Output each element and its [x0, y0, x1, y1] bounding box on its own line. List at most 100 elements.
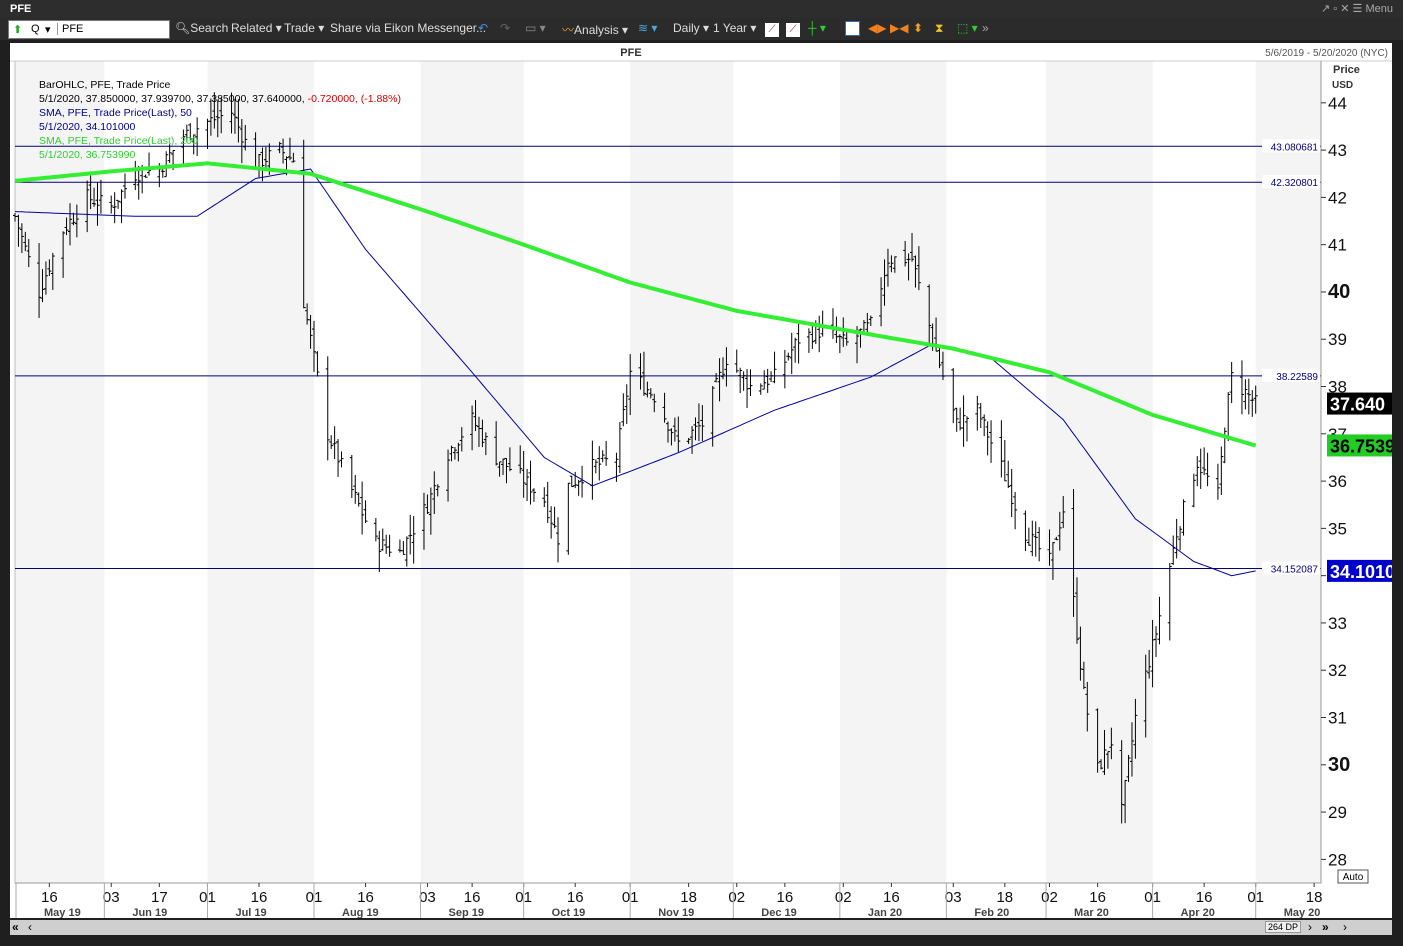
- x-tick-label: 16: [357, 889, 374, 906]
- auto-scale-label: Auto: [1343, 872, 1364, 883]
- trade-button[interactable]: Trade ▾: [284, 21, 324, 35]
- legend-change: -0.720000, (-1.88%): [308, 93, 401, 105]
- camera-icon[interactable]: ▭ ▾: [525, 21, 546, 35]
- legend-text: BarOHLC, PFE, Trade Price: [39, 79, 170, 91]
- ohlc-bar: [1246, 378, 1251, 415]
- ohlc-bar: [1181, 499, 1186, 536]
- legend-line: SMA, PFE, Trade Price(Last), 50: [39, 107, 192, 119]
- window-title: PFE: [10, 3, 32, 15]
- scroll-prev-icon[interactable]: ‹: [28, 920, 32, 934]
- wave-icon[interactable]: ≋ ▾: [638, 21, 657, 35]
- search-button[interactable]: 🔍︎Search: [175, 21, 228, 35]
- ohlc-bar: [1229, 362, 1234, 404]
- horizontal-line-label: 43.080681: [1271, 142, 1319, 153]
- table-icon[interactable]: [845, 21, 860, 39]
- ohlc-bar: [542, 487, 547, 508]
- ohlc-bar: [1239, 360, 1244, 415]
- up-arrow-icon: ⬆: [13, 24, 23, 36]
- x-tick-label: 16: [1089, 889, 1106, 906]
- y-tick-label: 31: [1328, 709, 1347, 728]
- ohlc-bar: [1171, 535, 1176, 565]
- ohlc-bar: [380, 528, 385, 551]
- window-titlebar: PFE ↗ ▫ ✕ ☰ Menu: [0, 0, 1403, 18]
- compare-icon[interactable]: ⟋: [786, 21, 800, 37]
- ohlc-bar: [793, 337, 798, 363]
- x-tick-label: 16: [777, 889, 794, 906]
- horizontal-scrollbar[interactable]: « ‹ 264 DP › » ›: [10, 920, 1392, 935]
- ohlc-bar: [360, 481, 365, 535]
- ohlc-bar: [116, 199, 121, 209]
- x-month-label: Apr 20: [1181, 907, 1215, 918]
- ohlc-bar: [353, 474, 358, 504]
- x-month-label: Aug 19: [342, 907, 379, 918]
- ohlc-bar: [954, 407, 959, 432]
- ohlc-bar: [982, 414, 987, 437]
- scroll-first-icon[interactable]: «: [12, 920, 19, 934]
- scroll-last-icon[interactable]: »: [1322, 920, 1329, 934]
- ohlc-bar: [384, 534, 389, 554]
- ric-input[interactable]: PFE: [57, 23, 83, 35]
- legend-text: SMA, PFE, Trade Price(Last), 200: [39, 135, 198, 147]
- x-month-label: Oct 19: [552, 907, 586, 918]
- zoom-vertical-icon[interactable]: ⬍: [913, 21, 923, 35]
- hourglass-icon[interactable]: ⧗: [935, 21, 943, 36]
- ohlc-bar: [332, 426, 337, 459]
- ohlc-bar: [1226, 392, 1231, 441]
- analysis-button[interactable]: 〰Analysis ▾: [562, 21, 628, 38]
- x-axis: 16 03 17 01 16 01 16 03 16 01 16 01 18 02 16 02 16 03 18 02…: [15, 882, 1322, 919]
- x-month-label: Dec 19: [761, 907, 796, 918]
- legend-text: SMA, PFE, Trade Price(Last), 50: [39, 107, 192, 119]
- auto-scale-button[interactable]: Auto: [1337, 869, 1369, 884]
- last-price-badge: 37.640: [1330, 395, 1385, 415]
- crosshair-icon[interactable]: ┼ ▾: [808, 21, 826, 35]
- range-select[interactable]: 1 Year ▾: [713, 21, 756, 35]
- x-tick-label: 16: [883, 889, 900, 906]
- ohlc-bar: [758, 383, 763, 395]
- ohlc-bar: [604, 441, 609, 466]
- select-icon[interactable]: ⬚ ▾: [957, 21, 978, 35]
- close-icon[interactable]: ✕: [1340, 3, 1349, 15]
- pin-icon[interactable]: ↗: [1321, 3, 1330, 15]
- menu-button[interactable]: Menu: [1365, 3, 1393, 15]
- zoom-fit-icon[interactable]: ▶◀: [890, 21, 908, 35]
- month-band: [839, 61, 947, 883]
- legend-text: 5/1/2020, 37.850000, 37.939700, 37.38500…: [39, 93, 308, 105]
- x-month-label: Sep 19: [449, 907, 484, 918]
- dropdown-arrow-icon[interactable]: ▾: [45, 23, 51, 36]
- ohlc-bar: [1023, 510, 1028, 552]
- scroll-left-icon[interactable]: ◀▶: [868, 21, 886, 35]
- y-tick-label: 32: [1328, 661, 1347, 680]
- chart-type-icon[interactable]: ⟋: [765, 21, 779, 37]
- hamburger-icon[interactable]: ☰: [1353, 3, 1363, 15]
- month-band: [207, 61, 315, 883]
- scroll-next-icon[interactable]: ›: [1308, 920, 1312, 934]
- ohlc-bar: [961, 395, 966, 447]
- scroll-end-icon[interactable]: ›: [1343, 920, 1347, 934]
- legend-line: SMA, PFE, Trade Price(Last), 200: [39, 135, 198, 147]
- share-button[interactable]: Share via Eikon Messenger...: [330, 21, 486, 35]
- undo-icon[interactable]: ↶: [478, 21, 488, 35]
- ohlc-bar: [119, 189, 124, 224]
- ohlc-bar: [397, 539, 402, 553]
- data-points-label[interactable]: 264 DP: [1265, 921, 1302, 933]
- window-controls[interactable]: ↗ ▫ ✕ ☰ Menu: [1321, 2, 1393, 15]
- legend-line: BarOHLC, PFE, Trade Price: [39, 79, 170, 91]
- ohlc-bar: [404, 536, 409, 567]
- y-tick-label: 42: [1328, 188, 1347, 207]
- ric-prefix[interactable]: Q: [31, 23, 40, 35]
- ohlc-bar: [112, 192, 117, 224]
- related-button[interactable]: Related ▾: [231, 21, 282, 35]
- ohlc-bar: [576, 479, 581, 496]
- restore-icon[interactable]: ▫: [1333, 3, 1337, 15]
- chart-svg[interactable]: PFE 5/6/2019 - 5/20/2020 (NYC) 43.080681…: [10, 43, 1395, 919]
- legend-line: 5/1/2020, 34.101000: [39, 121, 136, 133]
- y-tick-label: 33: [1328, 614, 1347, 633]
- ohlc-bar: [734, 349, 739, 373]
- ohlc-bar: [796, 320, 801, 364]
- ohlc-bar: [1205, 452, 1210, 487]
- redo-icon[interactable]: ↷: [500, 21, 510, 35]
- ohlc-bar: [1195, 456, 1200, 487]
- ric-input-box[interactable]: ⬆ Q ▾ PFE: [8, 20, 170, 39]
- more-icon[interactable]: »: [982, 21, 989, 35]
- interval-select[interactable]: Daily ▾: [673, 21, 709, 35]
